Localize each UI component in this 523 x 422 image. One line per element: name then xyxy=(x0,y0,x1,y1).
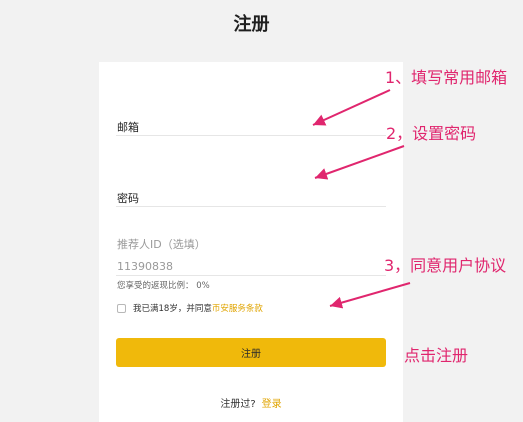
arrow-step2 xyxy=(314,145,405,180)
arrow-step3 xyxy=(329,282,411,309)
arrow-step1 xyxy=(312,89,391,126)
annotation-step3: 3，同意用户协议 xyxy=(384,256,507,275)
annotation-step2: 2，设置密码 xyxy=(386,124,477,143)
annotation-step1: 1、填写常用邮箱 xyxy=(385,68,508,87)
annotation-step4: 点击注册 xyxy=(404,346,469,365)
